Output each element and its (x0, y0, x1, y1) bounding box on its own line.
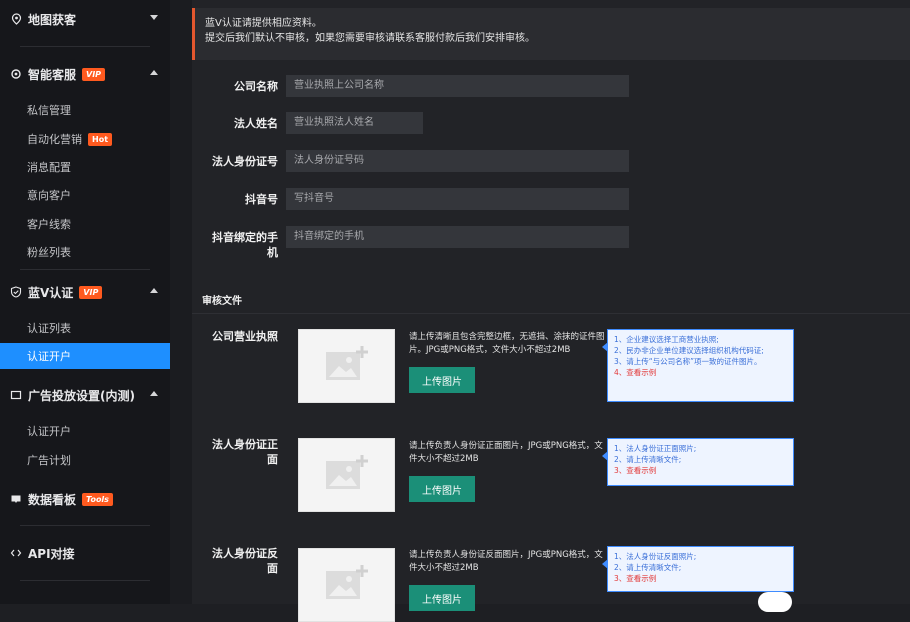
tip-line: 1、企业建议选择工商营业执照; (614, 335, 719, 344)
id-back-tip: 1、法人身份证反面照片; 2、请上传清晰文件; 3、查看示例 (602, 546, 794, 592)
floating-widget[interactable] (758, 592, 792, 612)
sidebar-group-bluev[interactable]: 蓝V认证 VIP (0, 278, 170, 306)
tip-line: 2、民办非企业单位建议选择组织机构代码证; (614, 346, 764, 355)
id-front-tip: 1、法人身份证正面照片; 2、请上传清晰文件; 3、查看示例 (602, 438, 794, 486)
label-company-name: 公司名称 (234, 80, 278, 93)
upload-business-license-button[interactable]: 上传图片 (409, 367, 475, 393)
sidebar-divider (20, 46, 150, 47)
image-placeholder-icon (324, 344, 370, 388)
shield-check-icon (10, 286, 22, 298)
sidebar-divider (20, 580, 150, 581)
id-front-desc: 请上传负责人身份证正面图片，JPG或PNG格式，文件大小不超过2MB (409, 441, 603, 464)
notice-banner: 蓝V认证请提供相应资料。 提交后我们默认不审核，如果您需要审核请联系客服付款后我… (192, 8, 910, 60)
sidebar-item-cert-open[interactable]: 认证开户 (0, 343, 170, 369)
sidebar-group-api[interactable]: API对接 (0, 539, 170, 567)
sidebar-item-ad-plan[interactable]: 广告计划 (0, 447, 170, 473)
legal-id-input[interactable]: 法人身份证号码 (286, 150, 629, 172)
sidebar-group-service[interactable]: 智能客服 VIP (0, 60, 170, 88)
sidebar: 地图获客 智能客服 VIP 私信管理 自动化营销 Hot 消息配置 意向客户 客… (0, 0, 170, 604)
legal-name-input[interactable]: 营业执照法人姓名 (286, 112, 423, 134)
chevron-up-icon (150, 391, 158, 396)
main-content: 蓝V认证请提供相应资料。 提交后我们默认不审核，如果您需要审核请联系客服付款后我… (192, 0, 910, 622)
sidebar-item-message-mgmt[interactable]: 私信管理 (0, 97, 170, 123)
hot-badge: Hot (88, 132, 113, 146)
sidebar-group-label: 数据看板 (28, 492, 77, 507)
sidebar-item-ads-cert-open[interactable]: 认证开户 (0, 418, 170, 444)
sidebar-divider (20, 525, 150, 526)
sidebar-item-fans-list[interactable]: 粉丝列表 (0, 239, 170, 265)
section-title: 审核文件 (202, 296, 242, 307)
tools-badge: Tools (82, 492, 113, 506)
tip-arrow (602, 451, 608, 461)
tip-line: 3、请上传“与公司名称”项一致的证件图片。 (614, 357, 762, 366)
view-example-link[interactable]: 3、查看示例 (614, 465, 787, 476)
section-divider (192, 313, 910, 314)
tip-arrow (602, 342, 608, 352)
sidebar-group-label: 广告投放设置(内测) (28, 388, 135, 403)
upload-id-back-button[interactable]: 上传图片 (409, 585, 475, 611)
sidebar-group-label: 地图获客 (28, 12, 77, 27)
code-icon (10, 547, 22, 559)
location-icon (10, 13, 22, 25)
label-douyin-id: 抖音号 (245, 193, 278, 206)
tip-line: 2、请上传清晰文件; (614, 455, 682, 464)
headset-icon (10, 68, 22, 80)
id-back-desc: 请上传负责人身份证反面图片，JPG或PNG格式，文件大小不超过2MB (409, 550, 603, 573)
chevron-down-icon (150, 15, 158, 20)
image-placeholder-icon (324, 453, 370, 497)
tip-line: 1、法人身份证正面照片; (614, 444, 697, 453)
sidebar-group-map[interactable]: 地图获客 (0, 5, 170, 33)
label-legal-id: 法人身份证号 (212, 155, 278, 168)
sidebar-group-label: 蓝V认证 (28, 285, 74, 300)
sidebar-item-message-config[interactable]: 消息配置 (0, 154, 170, 180)
douyin-phone-input[interactable]: 抖音绑定的手机 (286, 226, 629, 248)
image-placeholder-icon (324, 563, 370, 607)
id-back-upload-box[interactable] (298, 548, 395, 622)
chart-board-icon (10, 493, 22, 505)
tip-line: 2、请上传清晰文件; (614, 563, 682, 572)
sidebar-group-ads[interactable]: 广告投放设置(内测) (0, 381, 170, 409)
business-license-upload-box[interactable] (298, 329, 395, 403)
chevron-up-icon (150, 70, 158, 75)
company-name-input[interactable]: 营业执照上公司名称 (286, 75, 629, 97)
notice-line: 蓝V认证请提供相应资料。 (205, 18, 322, 29)
upload-id-front-button[interactable]: 上传图片 (409, 476, 475, 502)
sidebar-item-cert-list[interactable]: 认证列表 (0, 315, 170, 341)
id-front-upload-box[interactable] (298, 438, 395, 512)
label-id-back: 法人身份证反面 (212, 547, 278, 575)
business-license-tip: 1、企业建议选择工商营业执照; 2、民办非企业单位建议选择组织机构代码证; 3、… (602, 329, 794, 402)
label-douyin-phone: 抖音绑定的手机 (212, 231, 278, 259)
business-license-desc: 请上传清晰且包含完整边框，无遮挡、涂抹的证件图片。JPG或PNG格式，文件大小不… (409, 332, 605, 355)
tip-arrow (602, 559, 608, 569)
label-id-front: 法人身份证正面 (212, 438, 278, 466)
label-legal-name: 法人姓名 (234, 117, 278, 130)
douyin-id-input[interactable]: 写抖音号 (286, 188, 629, 210)
sidebar-divider (20, 269, 150, 270)
label-business-license: 公司营业执照 (212, 330, 278, 343)
view-example-link[interactable]: 4、查看示例 (614, 367, 787, 378)
notice-line: 提交后我们默认不审核，如果您需要审核请联系客服付款后我们安排审核。 (205, 33, 535, 44)
sidebar-item-intent-customers[interactable]: 意向客户 (0, 182, 170, 208)
chevron-up-icon (150, 288, 158, 293)
sidebar-item-auto-marketing[interactable]: 自动化营销 Hot (0, 126, 170, 152)
sidebar-group-label: 智能客服 (28, 67, 77, 82)
sidebar-item-label: 自动化营销 (27, 133, 82, 146)
monitor-icon (10, 389, 22, 401)
sidebar-item-customer-leads[interactable]: 客户线索 (0, 211, 170, 237)
tip-line: 1、法人身份证反面照片; (614, 552, 697, 561)
vip-badge: VIP (79, 285, 103, 299)
sidebar-group-dashboard[interactable]: 数据看板 Tools (0, 485, 170, 513)
vip-badge: VIP (82, 67, 106, 81)
sidebar-group-label: API对接 (28, 546, 75, 561)
view-example-link[interactable]: 3、查看示例 (614, 573, 787, 584)
sidebar-gutter (170, 0, 192, 604)
